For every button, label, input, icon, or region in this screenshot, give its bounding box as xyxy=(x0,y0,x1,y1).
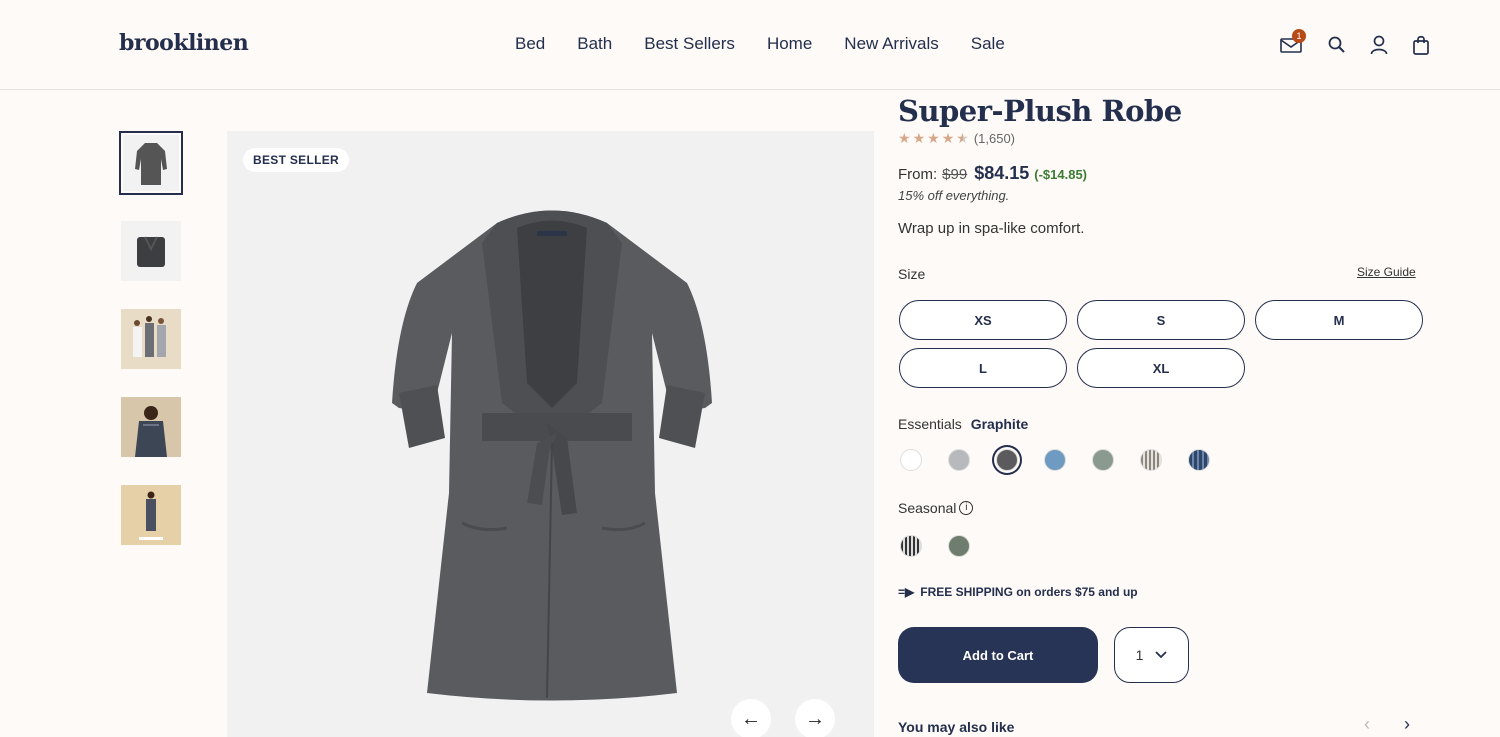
star-icon: ★ xyxy=(912,130,926,146)
chevron-left-icon[interactable]: ‹ xyxy=(1364,714,1370,735)
best-seller-tag: BEST SELLER xyxy=(243,148,349,172)
price-original: $99 xyxy=(942,166,968,183)
info-icon[interactable]: i xyxy=(959,501,974,515)
nav-item-new-arrivals[interactable]: New Arrivals xyxy=(844,34,938,54)
size-option-m[interactable]: M xyxy=(1255,300,1423,340)
color-swatch-stripe-blue[interactable] xyxy=(1188,449,1210,471)
mail-icon[interactable]: 1 xyxy=(1280,29,1306,56)
thumbnail-group-models[interactable] xyxy=(119,307,183,371)
size-guide-link[interactable]: Size Guide xyxy=(1357,265,1416,279)
header-icons: 1 xyxy=(1280,29,1432,56)
half-star-icon: ★ xyxy=(956,130,969,146)
size-option-l[interactable]: L xyxy=(899,348,1067,388)
color-swatch-stripe-light[interactable] xyxy=(1140,449,1162,471)
promo-text: 15% off everything. xyxy=(898,188,1010,203)
add-to-cart-button[interactable]: Add to Cart xyxy=(898,627,1098,683)
nav-item-bath[interactable]: Bath xyxy=(577,34,612,54)
product-tagline: Wrap up in spa-like comfort. xyxy=(898,220,1085,237)
star-icon: ★ xyxy=(927,130,940,146)
product-image xyxy=(392,210,712,701)
thumbnail-list xyxy=(119,131,183,571)
price-savings: (-$14.85) xyxy=(1034,167,1088,182)
thumbnail-model-closeup[interactable] xyxy=(119,395,183,459)
size-option-xs[interactable]: XS xyxy=(899,300,1067,340)
gallery-next-button[interactable]: → xyxy=(795,699,835,737)
thumbnail-model-full[interactable] xyxy=(119,483,183,547)
price-sale: $84.15 xyxy=(974,163,1030,183)
selected-color-name: Graphite xyxy=(970,416,1029,432)
thumbnail-image xyxy=(121,221,181,281)
seasonal-label: Seasonal i xyxy=(898,500,974,516)
search-icon[interactable] xyxy=(1326,34,1348,56)
review-count[interactable]: (1,650) xyxy=(974,131,1015,146)
color-swatch-light-grey[interactable] xyxy=(948,449,970,471)
color-swatch-white[interactable] xyxy=(900,449,922,471)
product-rating[interactable]: ★ ★ ★ ★ ★ (1,650) xyxy=(898,130,1015,147)
size-options: XS S M L XL xyxy=(899,300,1423,388)
thumbnail-image xyxy=(123,135,179,191)
truck-icon: =▶ xyxy=(898,585,915,599)
color-swatch-blue[interactable] xyxy=(1044,449,1066,471)
thumbnail-image xyxy=(121,309,181,369)
seasonal-swatches xyxy=(900,535,970,557)
shipping-notice: =▶ FREE SHIPPING on orders $75 and up xyxy=(898,585,1138,599)
chevron-down-icon xyxy=(1155,651,1168,659)
star-icon: ★ xyxy=(898,130,911,146)
color-swatch-sage[interactable] xyxy=(1092,449,1114,471)
arrow-left-icon: ← xyxy=(741,707,761,730)
site-header: brooklinen Bed Bath Best Sellers Home Ne… xyxy=(0,0,1500,90)
nav-item-bed[interactable]: Bed xyxy=(515,34,545,54)
product-title: Super-Plush Robe xyxy=(898,94,1182,128)
color-swatch-stripe-dark[interactable] xyxy=(900,535,922,557)
seasonal-label-text: Seasonal xyxy=(898,500,957,516)
quantity-select[interactable]: 1 xyxy=(1114,627,1189,683)
main-nav: Bed Bath Best Sellers Home New Arrivals … xyxy=(515,34,1005,54)
thumbnail-robe-folded[interactable] xyxy=(119,219,183,283)
gallery-prev-button[interactable]: ← xyxy=(731,699,771,737)
essentials-swatches xyxy=(900,449,1210,471)
price-row: From: $99 $84.15 (-$14.85) xyxy=(898,163,1087,184)
chevron-right-icon[interactable]: › xyxy=(1404,714,1410,735)
nav-item-home[interactable]: Home xyxy=(767,34,812,54)
thumbnail-image xyxy=(121,485,181,545)
bag-icon[interactable] xyxy=(1410,34,1432,56)
color-swatch-olive[interactable] xyxy=(948,535,970,557)
size-option-s[interactable]: S xyxy=(1077,300,1245,340)
thumbnail-image xyxy=(121,397,181,457)
quantity-value: 1 xyxy=(1135,647,1144,663)
arrow-right-icon: → xyxy=(805,707,825,730)
price-from-label: From: xyxy=(898,166,938,183)
size-label: Size xyxy=(898,266,926,282)
also-like-title: You may also like xyxy=(898,719,1015,735)
product-gallery: BEST SELLER ← → xyxy=(227,131,874,737)
color-swatch-graphite[interactable] xyxy=(996,449,1018,471)
mail-badge: 1 xyxy=(1292,29,1306,43)
star-icon: ★ xyxy=(941,130,955,146)
shipping-text: FREE SHIPPING on orders $75 and up xyxy=(920,585,1138,599)
thumbnail-robe-front[interactable] xyxy=(119,131,183,195)
size-option-xl[interactable]: XL xyxy=(1077,348,1245,388)
account-icon[interactable] xyxy=(1368,34,1390,56)
brand-logo[interactable]: brooklinen xyxy=(119,30,249,56)
nav-item-sale[interactable]: Sale xyxy=(971,34,1005,54)
color-label: Essentials Graphite xyxy=(898,416,1028,432)
nav-item-best-sellers[interactable]: Best Sellers xyxy=(644,34,735,54)
essentials-label: Essentials xyxy=(898,416,962,432)
